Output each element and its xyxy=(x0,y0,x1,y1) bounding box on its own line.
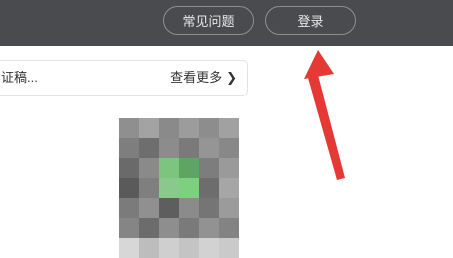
notice-bar: 证稿... 查看更多 ❯ xyxy=(0,60,248,96)
view-more-link[interactable]: 查看更多 ❯ xyxy=(170,61,237,95)
notice-text: 证稿... xyxy=(1,70,38,85)
faq-button[interactable]: 常见问题 xyxy=(163,6,254,35)
qr-code-image xyxy=(119,118,240,258)
chevron-right-icon: ❯ xyxy=(226,70,237,85)
top-bar: 常见问题 登录 xyxy=(0,0,453,46)
view-more-label: 查看更多 xyxy=(170,70,223,85)
login-button[interactable]: 登录 xyxy=(265,6,356,35)
